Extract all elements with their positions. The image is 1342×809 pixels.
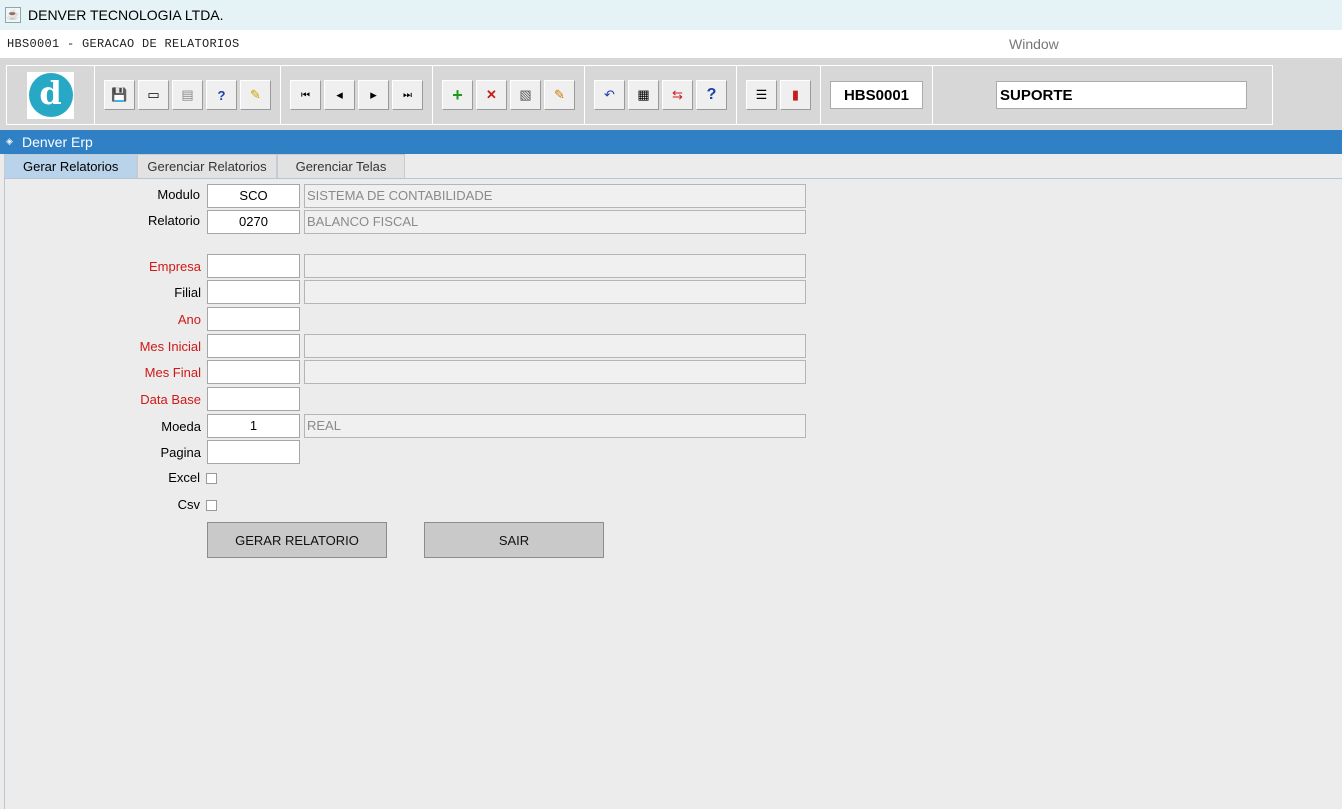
navigation-group: ⏮ ◂ ▸ ⏭ xyxy=(281,66,433,124)
mes-final-code-field[interactable] xyxy=(207,360,300,384)
filial-code-field[interactable] xyxy=(207,280,300,304)
relatorio-code-field[interactable]: 0270 xyxy=(207,210,300,234)
delete-record-icon[interactable]: ✕ xyxy=(476,80,507,110)
moeda-code-field[interactable]: 1 xyxy=(207,414,300,438)
excel-checkbox[interactable] xyxy=(206,473,217,484)
duplicate-record-icon[interactable]: ▧ xyxy=(510,80,541,110)
toolbar: d 💾 ▭ ▤ ? ✎ ⏮ ◂ ▸ ⏭ + ✕ ▧ ✎ ↶ ▦ ⇆ ? ☰ ▮ … xyxy=(6,65,1273,125)
tab-gerenciar-relatorios[interactable]: Gerenciar Relatorios xyxy=(137,154,277,178)
help-icon[interactable]: ? xyxy=(696,80,727,110)
tab-gerenciar-telas[interactable]: Gerenciar Telas xyxy=(276,154,406,178)
save-icon[interactable]: 💾 xyxy=(104,80,135,110)
relatorio-desc-field: BALANCO FISCAL xyxy=(304,210,806,234)
data-base-label: Data Base xyxy=(140,392,201,407)
last-record-icon[interactable]: ⏭ xyxy=(392,80,423,110)
mes-inicial-label: Mes Inicial xyxy=(139,339,201,354)
relatorio-label: Relatorio xyxy=(147,213,200,228)
form-title: HBS0001 - GERACAO DE RELATORIOS xyxy=(7,37,240,51)
undo-icon[interactable]: ↶ xyxy=(594,80,625,110)
modulo-label: Modulo xyxy=(157,187,200,202)
title-bar: ☕ DENVER TECNOLOGIA LTDA. xyxy=(0,0,1342,30)
gerar-relatorio-button[interactable]: GERAR RELATORIO xyxy=(207,522,387,558)
erp-title: Denver Erp xyxy=(22,134,93,150)
insert-record-icon[interactable]: + xyxy=(442,80,473,110)
erp-header-bar: ◈ Denver Erp xyxy=(0,130,1342,154)
report-form-panel: Modulo SCO SISTEMA DE CONTABILIDADE Rela… xyxy=(4,178,1342,809)
utility-group: ↶ ▦ ⇆ ? xyxy=(585,66,737,124)
logo-group: d xyxy=(7,66,95,124)
window-menu[interactable]: Window xyxy=(1009,36,1059,52)
record-tools-group: + ✕ ▧ ✎ xyxy=(433,66,585,124)
list-values-icon[interactable]: ▦ xyxy=(628,80,659,110)
menu-bar: HBS0001 - GERACAO DE RELATORIOS Window xyxy=(0,30,1342,58)
toolbar-area: d 💾 ▭ ▤ ? ✎ ⏮ ◂ ▸ ⏭ + ✕ ▧ ✎ ↶ ▦ ⇆ ? ☰ ▮ … xyxy=(0,58,1342,130)
previous-record-icon[interactable]: ◂ xyxy=(324,80,355,110)
form-code-field: HBS0001 xyxy=(830,81,923,109)
erp-window-icon: ◈ xyxy=(6,136,13,146)
csv-label: Csv xyxy=(177,497,200,512)
empresa-code-field[interactable] xyxy=(207,254,300,278)
ano-label: Ano xyxy=(177,312,201,327)
excel-label: Excel xyxy=(168,470,200,485)
form-code-group: HBS0001 xyxy=(821,66,933,124)
first-record-icon[interactable]: ⏮ xyxy=(290,80,321,110)
denver-logo: d xyxy=(27,71,74,119)
print-icon[interactable]: ▤ xyxy=(172,80,203,110)
modulo-code-field[interactable]: SCO xyxy=(207,184,300,208)
menu-exit-group: ☰ ▮ xyxy=(737,66,821,124)
edit-icon[interactable]: ✎ xyxy=(240,80,271,110)
file-tools-group: 💾 ▭ ▤ ? ✎ xyxy=(95,66,281,124)
csv-checkbox[interactable] xyxy=(206,500,217,511)
window-title: DENVER TECNOLOGIA LTDA. xyxy=(28,7,224,23)
filial-desc-field xyxy=(304,280,806,304)
mes-inicial-code-field[interactable] xyxy=(207,334,300,358)
empresa-label: Empresa xyxy=(148,259,201,274)
enter-query-icon[interactable]: ▭ xyxy=(138,80,169,110)
sair-button[interactable]: SAIR xyxy=(424,522,604,558)
tab-gerar-relatorios[interactable]: Gerar Relatorios xyxy=(4,154,138,178)
exit-icon[interactable]: ▮ xyxy=(780,80,811,110)
tab-bar: Gerar Relatorios Gerenciar Relatorios Ge… xyxy=(4,154,406,178)
mes-inicial-desc-field xyxy=(304,334,806,358)
java-app-icon: ☕ xyxy=(5,7,21,23)
pagina-field[interactable] xyxy=(207,440,300,464)
filial-label: Filial xyxy=(174,285,201,300)
moeda-label: Moeda xyxy=(161,419,201,434)
query-help-icon[interactable]: ? xyxy=(206,80,237,110)
next-record-icon[interactable]: ▸ xyxy=(358,80,389,110)
moeda-desc-field: REAL xyxy=(304,414,806,438)
ano-field[interactable] xyxy=(207,307,300,331)
clear-record-icon[interactable]: ✎ xyxy=(544,80,575,110)
data-base-field[interactable] xyxy=(207,387,300,411)
exit-field-icon[interactable]: ⇆ xyxy=(662,80,693,110)
mes-final-label: Mes Final xyxy=(144,365,201,380)
menu-icon[interactable]: ☰ xyxy=(746,80,777,110)
modulo-desc-field: SISTEMA DE CONTABILIDADE xyxy=(304,184,806,208)
empresa-desc-field xyxy=(304,254,806,278)
mes-final-desc-field xyxy=(304,360,806,384)
pagina-label: Pagina xyxy=(160,445,201,460)
user-field: SUPORTE xyxy=(996,81,1247,109)
user-group: SUPORTE xyxy=(933,66,1255,124)
